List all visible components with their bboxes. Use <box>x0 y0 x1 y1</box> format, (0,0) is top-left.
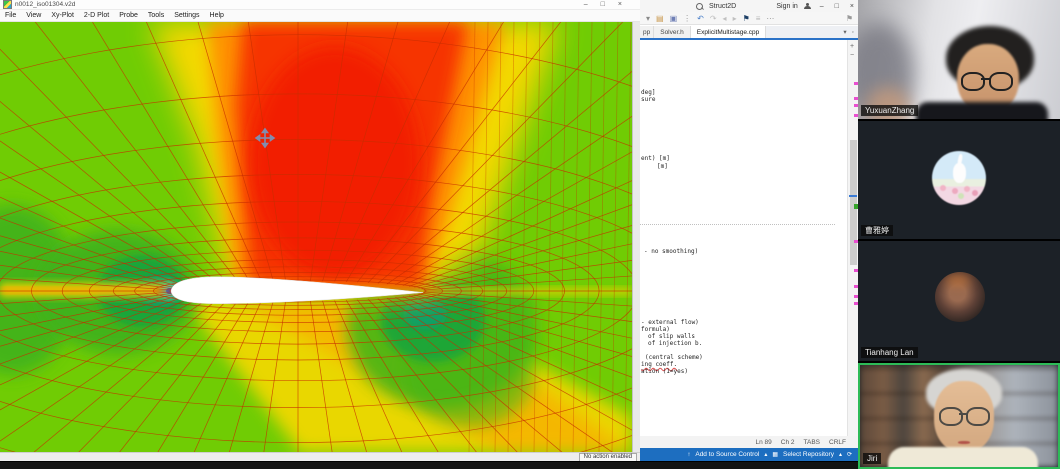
cfd-minimize-button[interactable]: – <box>584 1 588 8</box>
participant-tile-caoyating[interactable]: 曹雅婷 <box>858 121 1060 239</box>
toggle-icon[interactable]: ≡ <box>756 14 761 23</box>
glasses <box>961 72 985 91</box>
refresh-icon[interactable]: ⟳ <box>847 451 852 458</box>
menu-2d-plot[interactable]: 2-D Plot <box>84 12 109 19</box>
vs-source-control-bar: ↑ Add to Source Control ▴ ▦ Select Repos… <box>640 448 858 461</box>
caret-up-icon[interactable]: ▴ <box>839 451 842 458</box>
more-icon[interactable]: ⋯ <box>766 14 774 23</box>
undo-icon[interactable]: ↶ <box>697 14 704 23</box>
status-line-number: Ln 89 <box>756 439 772 446</box>
run-icon[interactable]: ⚑ <box>743 14 750 23</box>
menu-settings[interactable]: Settings <box>174 12 199 19</box>
tab-explicitmultistage-cpp[interactable]: ExplicitMultistage.cpp <box>691 26 767 38</box>
participant-name-label: Tianhang Lan <box>861 347 918 358</box>
vs-status-row: Ln 89 Ch 2 TABS CRLF <box>640 436 858 448</box>
menu-probe[interactable]: Probe <box>119 12 138 19</box>
visual-studio-window: Struct2D Sign in – □ × ▾ ▤ ▣ ⋮ ↶ ↷ ◂ ▸ ⚑… <box>640 0 858 469</box>
code-fragment: formula) <box>641 326 670 333</box>
participant-avatar <box>935 272 985 322</box>
status-indent-mode[interactable]: TABS <box>804 439 821 446</box>
open-folder-icon[interactable]: ▤ <box>656 14 664 23</box>
cfd-titlebar[interactable]: n0012_iso01304.v2d – □ × <box>0 0 640 10</box>
vs-minimize-button[interactable]: – <box>820 3 824 10</box>
sign-in-button[interactable]: Sign in <box>776 3 797 10</box>
participant-name-label: YuxuanZhang <box>861 105 918 116</box>
cfd-contour-plot <box>0 22 632 452</box>
scrollbar-thumb[interactable] <box>850 140 857 265</box>
tab-overflow-caret-icon[interactable]: ▾ <box>843 28 846 36</box>
participant-avatar <box>932 151 986 205</box>
search-icon[interactable] <box>696 3 703 10</box>
zoom-in-button[interactable]: + <box>850 43 854 50</box>
cfd-app-icon <box>3 0 12 9</box>
vs-toolbar: ▾ ▤ ▣ ⋮ ↶ ↷ ◂ ▸ ⚑ ≡ ⋯ ⚑ <box>640 12 858 25</box>
cfd-app-window: n0012_iso01304.v2d – □ × File View Xy-Pl… <box>0 0 641 461</box>
cfd-maximize-button[interactable]: □ <box>601 1 605 8</box>
code-fragment: ing coeff. <box>641 361 677 368</box>
menu-help[interactable]: Help <box>210 12 224 19</box>
code-fragment: - no smoothing) <box>644 248 698 255</box>
navigate-back-icon[interactable]: ◂ <box>723 14 727 23</box>
cfd-menubar: File View Xy-Plot 2-D Plot Probe Tools S… <box>0 10 640 22</box>
code-editor[interactable]: deg] sure ent) [m] [m] - no smoothing) -… <box>640 40 847 436</box>
vs-close-button[interactable]: × <box>850 3 854 10</box>
menu-file[interactable]: File <box>5 12 16 19</box>
cfd-canvas[interactable] <box>0 22 632 452</box>
feedback-flag-icon[interactable]: ⚑ <box>846 14 853 23</box>
caret-up-icon[interactable]: ▴ <box>764 451 767 458</box>
menu-xy-plot[interactable]: Xy-Plot <box>51 12 74 19</box>
code-fragment: deg] <box>641 89 655 96</box>
code-fragment: (central scheme) <box>645 354 703 361</box>
redo-icon[interactable]: ↷ <box>710 14 717 23</box>
participant-name-label: 曹雅婷 <box>861 225 893 236</box>
menu-view[interactable]: View <box>26 12 41 19</box>
code-fragment: ation (1=yes) <box>641 368 688 375</box>
code-region-separator <box>640 224 835 225</box>
status-line-ending[interactable]: CRLF <box>829 439 846 446</box>
code-fragment: [m] <box>657 163 668 170</box>
code-fragment: - external flow) <box>641 319 699 326</box>
status-column-number: Ch 2 <box>781 439 795 446</box>
save-icon[interactable]: ▣ <box>670 14 678 23</box>
scrollbar-cursor-mark <box>849 195 857 197</box>
screen: n0012_iso01304.v2d – □ × File View Xy-Pl… <box>0 0 1060 469</box>
code-fragment: sure <box>641 96 655 103</box>
add-to-source-control-button[interactable]: Add to Source Control <box>695 451 759 458</box>
menu-tools[interactable]: Tools <box>148 12 164 19</box>
publish-arrow-icon: ↑ <box>687 452 690 458</box>
participant-tile-jiri-active-speaker[interactable]: Jiri <box>858 363 1060 469</box>
dropdown-icon[interactable]: ▾ <box>646 14 650 23</box>
vs-titlebar[interactable]: Struct2D Sign in – □ × <box>640 0 858 12</box>
tab-solver-h[interactable]: Solver.h <box>654 26 691 38</box>
tab-clipped[interactable]: pp <box>640 26 654 38</box>
repository-icon: ▦ <box>772 451 778 458</box>
vs-window-title: Struct2D <box>709 3 736 10</box>
vs-maximize-button[interactable]: □ <box>835 3 839 10</box>
navigate-forward-icon[interactable]: ▸ <box>733 14 737 23</box>
cfd-close-button[interactable]: × <box>618 1 622 8</box>
code-fragment: of injection b. <box>648 340 702 347</box>
participant-tile-yuxuanzhang[interactable]: YuxuanZhang <box>858 0 1060 119</box>
participant-tile-tianhang-lan[interactable]: Tianhang Lan <box>858 241 1060 361</box>
windows-taskbar[interactable] <box>0 461 858 469</box>
code-fragment: of slip walls <box>648 333 695 340</box>
cfd-window-title: n0012_iso01304.v2d <box>15 1 75 8</box>
select-repository-button[interactable]: Select Repository <box>783 451 834 458</box>
save-all-icon[interactable]: ⋮ <box>683 14 691 23</box>
participant-name-label: Jiri <box>863 453 881 464</box>
glasses <box>939 407 963 426</box>
code-fragment: ent) [m] <box>641 155 670 162</box>
video-call-sidebar: YuxuanZhang 曹雅婷 Tianhang Lan <box>858 0 1060 469</box>
user-account-icon[interactable] <box>804 3 810 9</box>
vs-tabbar: pp Solver.h ExplicitMultistage.cpp ▾ ◦ <box>640 26 858 40</box>
zoom-out-button[interactable]: − <box>850 52 854 59</box>
tab-overflow-more-icon[interactable]: ◦ <box>852 29 854 36</box>
